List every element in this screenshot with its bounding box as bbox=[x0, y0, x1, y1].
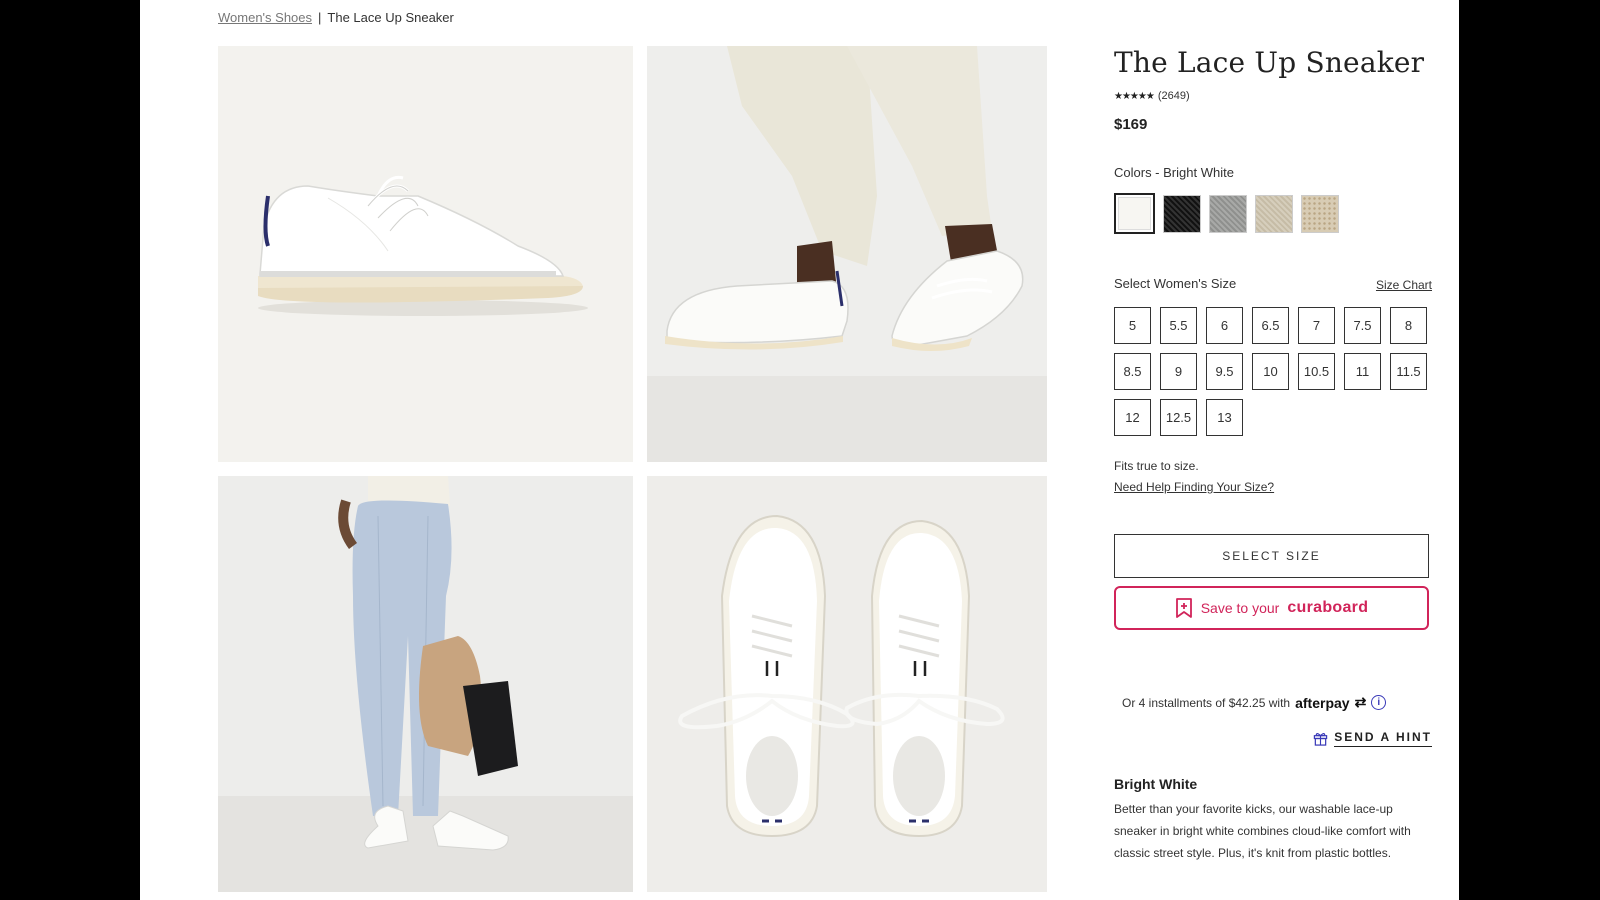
gallery-image-top-view[interactable] bbox=[647, 476, 1047, 892]
save-to-curaboard-button[interactable]: Save to your curaboard bbox=[1114, 586, 1429, 630]
size-options: 5 5.5 6 6.5 7 7.5 8 8.5 9 9.5 10 10.5 11… bbox=[1114, 307, 1432, 436]
color-swatch-grey[interactable] bbox=[1209, 195, 1247, 233]
size-option[interactable]: 7 bbox=[1298, 307, 1335, 344]
size-option[interactable]: 8 bbox=[1390, 307, 1427, 344]
color-swatch-sand[interactable] bbox=[1255, 195, 1293, 233]
size-option[interactable]: 13 bbox=[1206, 399, 1243, 436]
size-option[interactable]: 5.5 bbox=[1160, 307, 1197, 344]
curaboard-logo: curaboard bbox=[1287, 599, 1369, 616]
size-option[interactable]: 12.5 bbox=[1160, 399, 1197, 436]
installment-text: Or 4 installments of $42.25 with bbox=[1122, 695, 1291, 710]
size-option[interactable]: 6 bbox=[1206, 307, 1243, 344]
breadcrumb-current: The Lace Up Sneaker bbox=[327, 10, 454, 25]
size-option[interactable]: 8.5 bbox=[1114, 353, 1151, 390]
product-rating[interactable]: ★★★★★ (2649) bbox=[1114, 90, 1190, 102]
size-option[interactable]: 9.5 bbox=[1206, 353, 1243, 390]
info-icon[interactable]: i bbox=[1371, 695, 1387, 710]
product-gallery bbox=[218, 46, 1047, 892]
send-hint-label: SEND A HINT bbox=[1334, 730, 1432, 747]
color-swatch-black[interactable] bbox=[1163, 195, 1201, 233]
size-option[interactable]: 10 bbox=[1252, 353, 1289, 390]
size-option[interactable]: 5 bbox=[1114, 307, 1151, 344]
size-chart-link[interactable]: Size Chart bbox=[1376, 278, 1432, 292]
description-title: Bright White bbox=[1114, 776, 1198, 792]
size-option[interactable]: 10.5 bbox=[1298, 353, 1335, 390]
afterpay-logo: afterpay bbox=[1295, 694, 1350, 711]
size-option[interactable]: 6.5 bbox=[1252, 307, 1289, 344]
review-count: (2649) bbox=[1157, 90, 1190, 102]
size-option[interactable]: 11.5 bbox=[1390, 353, 1427, 390]
size-option[interactable]: 9 bbox=[1160, 353, 1197, 390]
size-option[interactable]: 7.5 bbox=[1344, 307, 1381, 344]
gallery-image-side-view[interactable] bbox=[218, 46, 633, 462]
color-swatch-speckle[interactable] bbox=[1301, 195, 1339, 233]
gift-icon bbox=[1314, 733, 1328, 746]
select-size-button[interactable]: SELECT SIZE bbox=[1114, 534, 1429, 578]
send-a-hint-link[interactable]: SEND A HINT bbox=[1313, 730, 1432, 747]
color-swatch-bright-white[interactable] bbox=[1114, 193, 1155, 234]
breadcrumb-womens-shoes[interactable]: Women's Shoes bbox=[218, 10, 312, 25]
gallery-image-walking[interactable] bbox=[647, 46, 1047, 462]
bookmark-plus-icon bbox=[1175, 598, 1192, 618]
product-price: $169 bbox=[1114, 116, 1148, 133]
size-label: Select Women's Size bbox=[1114, 276, 1237, 291]
product-title: The Lace Up Sneaker bbox=[1114, 46, 1425, 79]
gallery-image-model[interactable] bbox=[218, 476, 633, 892]
breadcrumb-separator: | bbox=[318, 10, 322, 25]
fit-note: Fits true to size. bbox=[1114, 459, 1199, 473]
colors-label: Colors - Bright White bbox=[1114, 165, 1234, 180]
afterpay-message: Or 4 installments of $42.25 with afterpa… bbox=[1122, 694, 1387, 711]
size-help-link[interactable]: Need Help Finding Your Size? bbox=[1114, 480, 1274, 494]
size-option[interactable]: 11 bbox=[1344, 353, 1381, 390]
rating-stars-icon: ★★★★★ bbox=[1114, 90, 1155, 102]
breadcrumb: Women's Shoes | The Lace Up Sneaker bbox=[218, 10, 454, 25]
size-option[interactable]: 12 bbox=[1114, 399, 1151, 436]
description-body: Better than your favorite kicks, our was… bbox=[1114, 802, 1411, 860]
afterpay-symbol-icon: ⇄ bbox=[1354, 694, 1367, 710]
product-info-panel: The Lace Up Sneaker ★★★★★ (2649) $169 Co… bbox=[1114, 0, 1432, 900]
product-page: Women's Shoes | The Lace Up Sneaker The … bbox=[140, 0, 1459, 900]
color-swatches bbox=[1114, 193, 1339, 234]
save-prefix-text: Save to your bbox=[1200, 600, 1280, 616]
